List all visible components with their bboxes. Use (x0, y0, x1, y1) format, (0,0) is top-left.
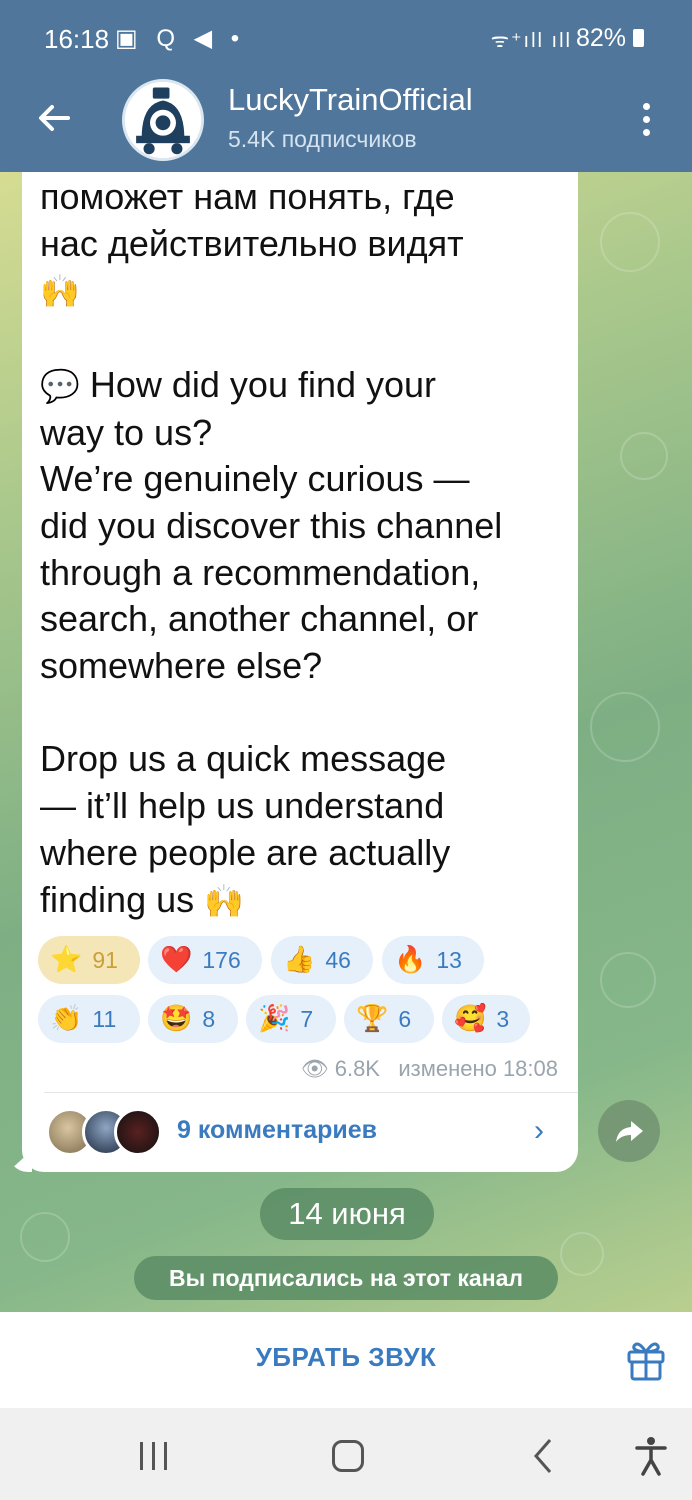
heart-icon: ❤️ (160, 945, 193, 975)
reaction-count: 13 (436, 946, 462, 973)
thumbs-up-icon: 👍 (283, 945, 316, 975)
more-menu-icon[interactable] (636, 100, 656, 140)
subscriber-count: 5.4K подписчиков (228, 126, 417, 152)
divider (44, 1092, 578, 1093)
channel-header: LuckyTrainOfficial 5.4K подписчиков (0, 76, 692, 172)
raising-hands-emoji: 🙌 (40, 272, 80, 311)
message-line: We’re genuinely curious — (40, 458, 470, 500)
message-line: somewhere else? (40, 645, 323, 687)
reaction-count: 176 (202, 946, 241, 973)
raising-hands-emoji: 🙌 (204, 881, 244, 920)
battery-icon (633, 29, 644, 47)
back-icon[interactable] (530, 1436, 554, 1476)
reaction-count: 46 (325, 946, 351, 973)
mute-button[interactable]: УБРАТЬ ЗВУК (0, 1342, 692, 1373)
message-line: — it’ll help us understand (40, 785, 445, 827)
reaction-count: 11 (92, 1005, 117, 1032)
message-line: поможет нам понять, где (40, 176, 455, 217)
signal-icon: ᯤ⁺ıll ıll (490, 30, 572, 52)
reaction-count: 3 (496, 1005, 510, 1032)
channel-title[interactable]: LuckyTrainOfficial (228, 82, 473, 118)
share-arrow-icon (616, 1121, 643, 1142)
message-line: Drop us a quick message (40, 738, 447, 780)
message-line: through a recommendation, (40, 551, 481, 593)
message-line: How did you find your (89, 363, 437, 405)
message-line: where people are actually (40, 831, 451, 873)
share-button[interactable] (598, 1100, 660, 1162)
clapping-hands-icon: 👏 (50, 1004, 83, 1034)
reaction-party[interactable]: 🎉 7 (246, 995, 336, 1043)
reaction-count: 91 (92, 946, 118, 973)
train-logo-icon (125, 82, 201, 158)
status-notification-icons: ▣ Q ◀ • (115, 25, 246, 52)
comments-button[interactable]: 9 комментариев › (40, 1100, 570, 1162)
edited-time: изменено 18:08 (398, 1056, 558, 1081)
smiling-hearts-icon: 🥰 (454, 1004, 487, 1034)
message-text: поможет нам понять, где нас действительн… (40, 174, 570, 924)
gift-icon[interactable] (626, 1338, 666, 1382)
message-line: finding us (40, 878, 195, 920)
reaction-star[interactable]: ⭐ 91 (38, 936, 140, 984)
chevron-right-icon: › (534, 1114, 544, 1147)
eye-icon: 👁 (300, 1057, 329, 1082)
message-meta: 👁 6.8K изменено 18:08 (296, 1056, 558, 1082)
message-line: search, another channel, or (40, 598, 479, 640)
status-bar: 16:18 ▣ Q ◀ • ᯤ⁺ıll ıll 82% (0, 0, 692, 76)
message-line: did you discover this channel (40, 504, 503, 546)
reaction-count: 7 (300, 1005, 314, 1032)
reaction-thumbs-up[interactable]: 👍 46 (271, 936, 373, 984)
comments-label: 9 комментариев (177, 1116, 378, 1144)
fire-icon: 🔥 (394, 945, 427, 975)
reaction-trophy[interactable]: 🏆 6 (344, 995, 434, 1043)
message-line: нас действительно видят (40, 222, 464, 264)
recent-apps-icon[interactable] (140, 1442, 170, 1470)
reaction-smiling-hearts[interactable]: 🥰 3 (442, 995, 530, 1043)
bottom-bar: УБРАТЬ ЗВУК (0, 1312, 692, 1408)
commenter-avatar (114, 1108, 162, 1156)
service-message: Вы подписались на этот канал (134, 1256, 558, 1300)
speech-bubble-emoji: 💬 (40, 366, 80, 405)
status-time: 16:18 (44, 24, 110, 54)
reaction-count: 6 (398, 1005, 412, 1032)
battery-percent: 82% (576, 24, 627, 52)
reaction-heart[interactable]: ❤️ 176 (148, 936, 262, 984)
reaction-count: 8 (202, 1005, 216, 1032)
back-arrow-icon[interactable] (34, 98, 74, 138)
reaction-star-struck[interactable]: 🤩 8 (148, 995, 238, 1043)
view-count: 6.8K (334, 1056, 380, 1081)
star-icon: ⭐ (50, 945, 83, 975)
reaction-clap[interactable]: 👏 11 (38, 995, 140, 1043)
star-struck-icon: 🤩 (160, 1004, 193, 1034)
accessibility-icon[interactable] (634, 1436, 668, 1476)
date-pill: 14 июня (260, 1188, 434, 1240)
message-line: way to us? (40, 411, 213, 453)
system-nav-bar (0, 1408, 692, 1500)
channel-avatar[interactable] (122, 79, 204, 161)
reaction-fire[interactable]: 🔥 13 (382, 936, 484, 984)
battery-indicator: 82% (576, 24, 644, 53)
party-popper-icon: 🎉 (258, 1004, 291, 1034)
home-icon[interactable] (332, 1440, 364, 1472)
trophy-icon: 🏆 (356, 1004, 389, 1034)
